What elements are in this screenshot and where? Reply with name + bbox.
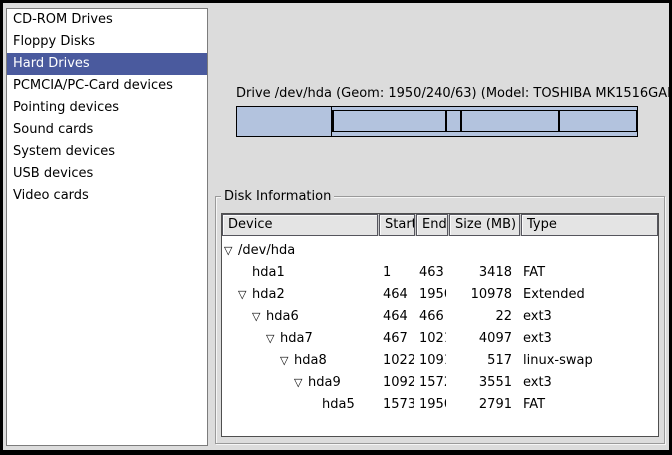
sidebar-item-cd-rom-drives[interactable]: CD-ROM Drives (7, 9, 207, 31)
partition-segment-hda8 (446, 110, 460, 132)
partition-segment-hda7 (333, 110, 447, 132)
column-header-end[interactable]: End (416, 214, 448, 236)
table-row-dev-hda[interactable]: ▽/dev/hda (222, 240, 658, 262)
drive-title: Drive /dev/hda (Geom: 1950/240/63) (Mode… (236, 86, 638, 101)
cell-size (446, 240, 517, 262)
tree-expander-icon[interactable]: ▽ (280, 350, 294, 372)
cell-start: 1573 (378, 394, 414, 416)
cell-type: ext3 (517, 328, 658, 350)
tree-expander-icon[interactable]: ▽ (224, 240, 238, 262)
table-row-hda7[interactable]: ▽hda746710214097ext3 (222, 328, 658, 350)
sidebar-item-pointing-devices[interactable]: Pointing devices (7, 97, 207, 119)
cell-size: 517 (446, 350, 517, 372)
cell-type: FAT (517, 262, 658, 284)
cell-start: 467 (378, 328, 414, 350)
device-label: hda1 (252, 265, 285, 280)
device-label: /dev/hda (238, 243, 295, 258)
cell-start: 1092 (378, 372, 414, 394)
table-row-hda6[interactable]: ▽hda646446622ext3 (222, 306, 658, 328)
tree-expander-icon[interactable]: ▽ (294, 372, 308, 394)
cell-end: 1572 (414, 372, 446, 394)
table-row-hda9[interactable]: ▽hda9109215723551ext3 (222, 372, 658, 394)
partition-bar (236, 106, 638, 137)
column-header-start[interactable]: Start (379, 214, 415, 236)
cell-size: 3551 (446, 372, 517, 394)
device-label: hda6 (266, 309, 299, 324)
cell-device: ▽hda6 (222, 306, 378, 328)
table-row-hda5[interactable]: hda5 157319502791FAT (222, 394, 658, 416)
hardware-browser-window: CD-ROM DrivesFloppy DisksHard DrivesPCMC… (0, 0, 672, 455)
cell-start (378, 240, 414, 262)
device-label: hda7 (280, 331, 313, 346)
partition-segment-hda1 (237, 107, 332, 136)
cell-size: 4097 (446, 328, 517, 350)
device-label: hda9 (308, 375, 341, 390)
partition-segment-hda5 (559, 110, 637, 132)
cell-device: hda1 (222, 262, 378, 284)
table-row-hda1[interactable]: hda1 14633418FAT (222, 262, 658, 284)
cell-type: ext3 (517, 372, 658, 394)
device-label: hda2 (252, 287, 285, 302)
cell-end: 1021 (414, 328, 446, 350)
cell-size: 2791 (446, 394, 517, 416)
tree-expander-icon[interactable]: ▽ (238, 284, 252, 306)
table-row-hda2[interactable]: ▽hda2464195010978Extended (222, 284, 658, 306)
partition-segment-hda9 (461, 110, 560, 132)
sidebar-item-sound-cards[interactable]: Sound cards (7, 119, 207, 141)
cell-end: 463 (414, 262, 446, 284)
cell-start: 1 (378, 262, 414, 284)
tree-indent (222, 319, 252, 320)
cell-start: 464 (378, 306, 414, 328)
device-list: CD-ROM DrivesFloppy DisksHard DrivesPCMC… (6, 8, 208, 446)
cell-type (517, 240, 658, 262)
tree-expander-icon[interactable]: ▽ (266, 328, 280, 350)
cell-type: FAT (517, 394, 658, 416)
sidebar-item-usb-devices[interactable]: USB devices (7, 163, 207, 185)
sidebar-item-pcmcia-pc-card-devices[interactable]: PCMCIA/PC-Card devices (7, 75, 207, 97)
cell-start: 464 (378, 284, 414, 306)
tree-indent (222, 341, 266, 342)
cell-end: 466 (414, 306, 446, 328)
disk-information-label: Disk Information (221, 189, 334, 204)
sidebar-item-hard-drives[interactable]: Hard Drives (7, 53, 207, 75)
cell-end: 1950 (414, 394, 446, 416)
cell-device: ▽hda8 (222, 350, 378, 372)
cell-type: Extended (517, 284, 658, 306)
disk-information-groupbox: Disk Information Device Start End Size (… (215, 196, 665, 444)
tree-indent (222, 363, 280, 364)
cell-end: 1950 (414, 284, 446, 306)
cell-end: 1091 (414, 350, 446, 372)
tree-expander-icon[interactable]: ▽ (252, 306, 266, 328)
table-row-hda8[interactable]: ▽hda810221091517linux-swap (222, 350, 658, 372)
sidebar-item-video-cards[interactable]: Video cards (7, 185, 207, 207)
cell-device: ▽hda2 (222, 284, 378, 306)
cell-type: ext3 (517, 306, 658, 328)
sidebar-item-system-devices[interactable]: System devices (7, 141, 207, 163)
cell-size: 3418 (446, 262, 517, 284)
cell-device: ▽hda9 (222, 372, 378, 394)
column-header-size[interactable]: Size (MB) (449, 214, 520, 236)
disk-table-header: Device Start End Size (MB) Type (222, 214, 658, 236)
cell-size: 10978 (446, 284, 517, 306)
column-header-type[interactable]: Type (521, 214, 658, 236)
tree-indent (222, 407, 308, 408)
tree-indent (222, 385, 294, 386)
cell-end (414, 240, 446, 262)
cell-device: ▽/dev/hda (222, 240, 378, 262)
tree-indent (222, 297, 238, 298)
cell-size: 22 (446, 306, 517, 328)
device-label: hda8 (294, 353, 327, 368)
cell-device: hda5 (222, 394, 378, 416)
cell-start: 1022 (378, 350, 414, 372)
tree-indent (222, 275, 238, 276)
disk-table: Device Start End Size (MB) Type ▽/dev/hd… (221, 213, 659, 437)
disk-table-body: ▽/dev/hdahda114633418FAT▽hda246419501097… (222, 236, 658, 416)
cell-device: ▽hda7 (222, 328, 378, 350)
device-label: hda5 (322, 397, 355, 412)
sidebar-item-floppy-disks[interactable]: Floppy Disks (7, 31, 207, 53)
column-header-device[interactable]: Device (222, 214, 378, 236)
cell-type: linux-swap (517, 350, 658, 372)
